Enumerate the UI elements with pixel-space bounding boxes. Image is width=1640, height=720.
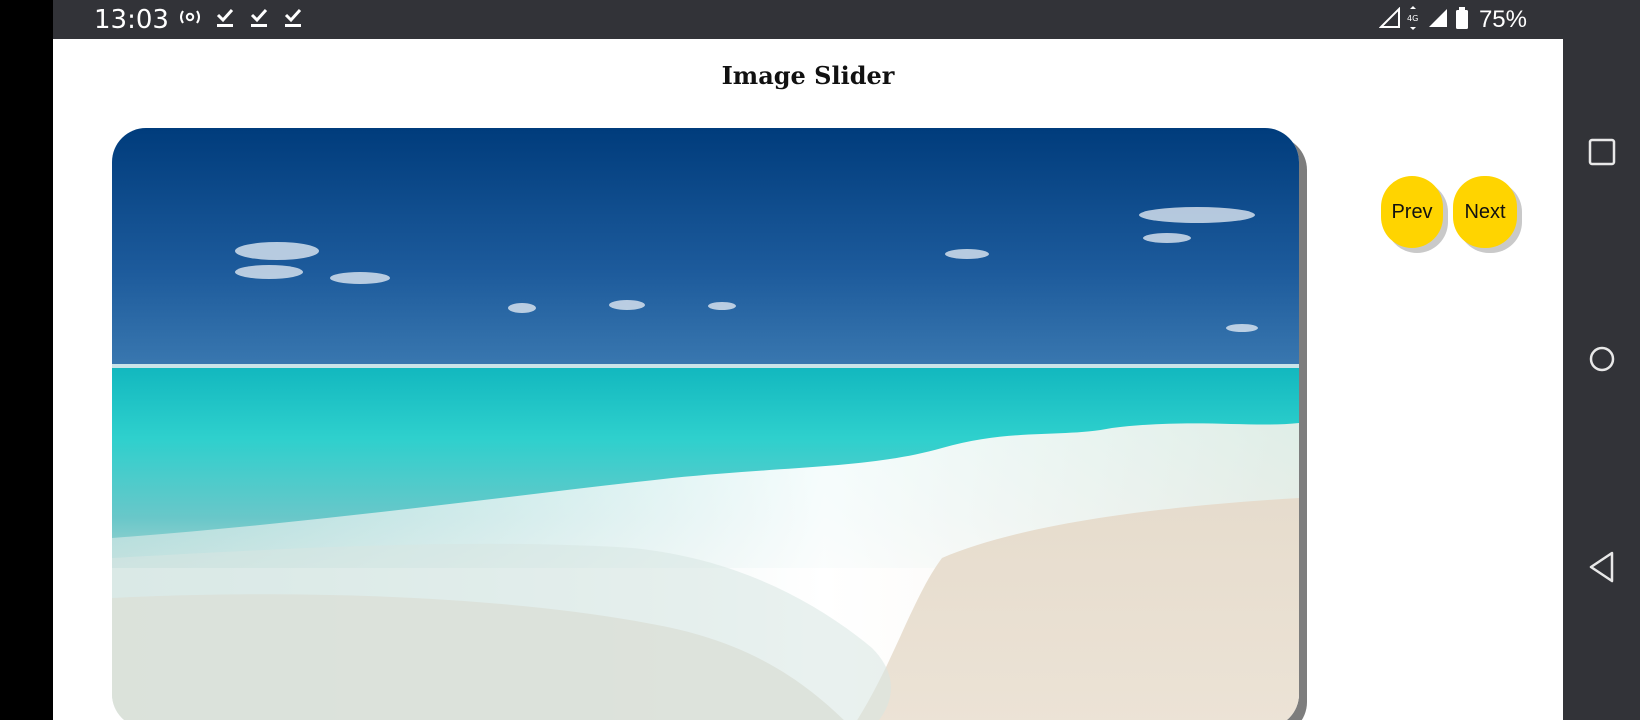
battery-percent: 75% [1478, 6, 1527, 33]
network-4g-icon: 4G [1407, 5, 1421, 35]
signal-icon [1378, 6, 1401, 34]
battery-icon [1455, 6, 1469, 34]
hotspot-icon [179, 9, 201, 30]
beach-image [112, 128, 1299, 720]
status-time: 13:03 [94, 5, 169, 35]
back-icon[interactable] [1587, 550, 1617, 589]
download-done-icon [215, 6, 235, 33]
download-done-icon [283, 6, 303, 33]
network-label: 4G [1407, 14, 1418, 23]
recents-icon[interactable] [1587, 137, 1617, 172]
download-done-icon [249, 6, 269, 33]
prev-button[interactable]: Prev [1381, 176, 1443, 248]
page-title: Image Slider [721, 61, 895, 90]
system-navigation-bar [1563, 0, 1640, 720]
notification-icons [179, 6, 303, 32]
signal-full-icon [1427, 7, 1449, 34]
system-status-icons: 4G 75% [1378, 3, 1527, 37]
slider-image [112, 128, 1299, 720]
status-bar: 13:03 4G 75% [53, 0, 1563, 39]
app-screen: Image Slider Prev Next [53, 39, 1563, 720]
home-icon[interactable] [1587, 344, 1617, 379]
next-button[interactable]: Next [1453, 176, 1517, 248]
